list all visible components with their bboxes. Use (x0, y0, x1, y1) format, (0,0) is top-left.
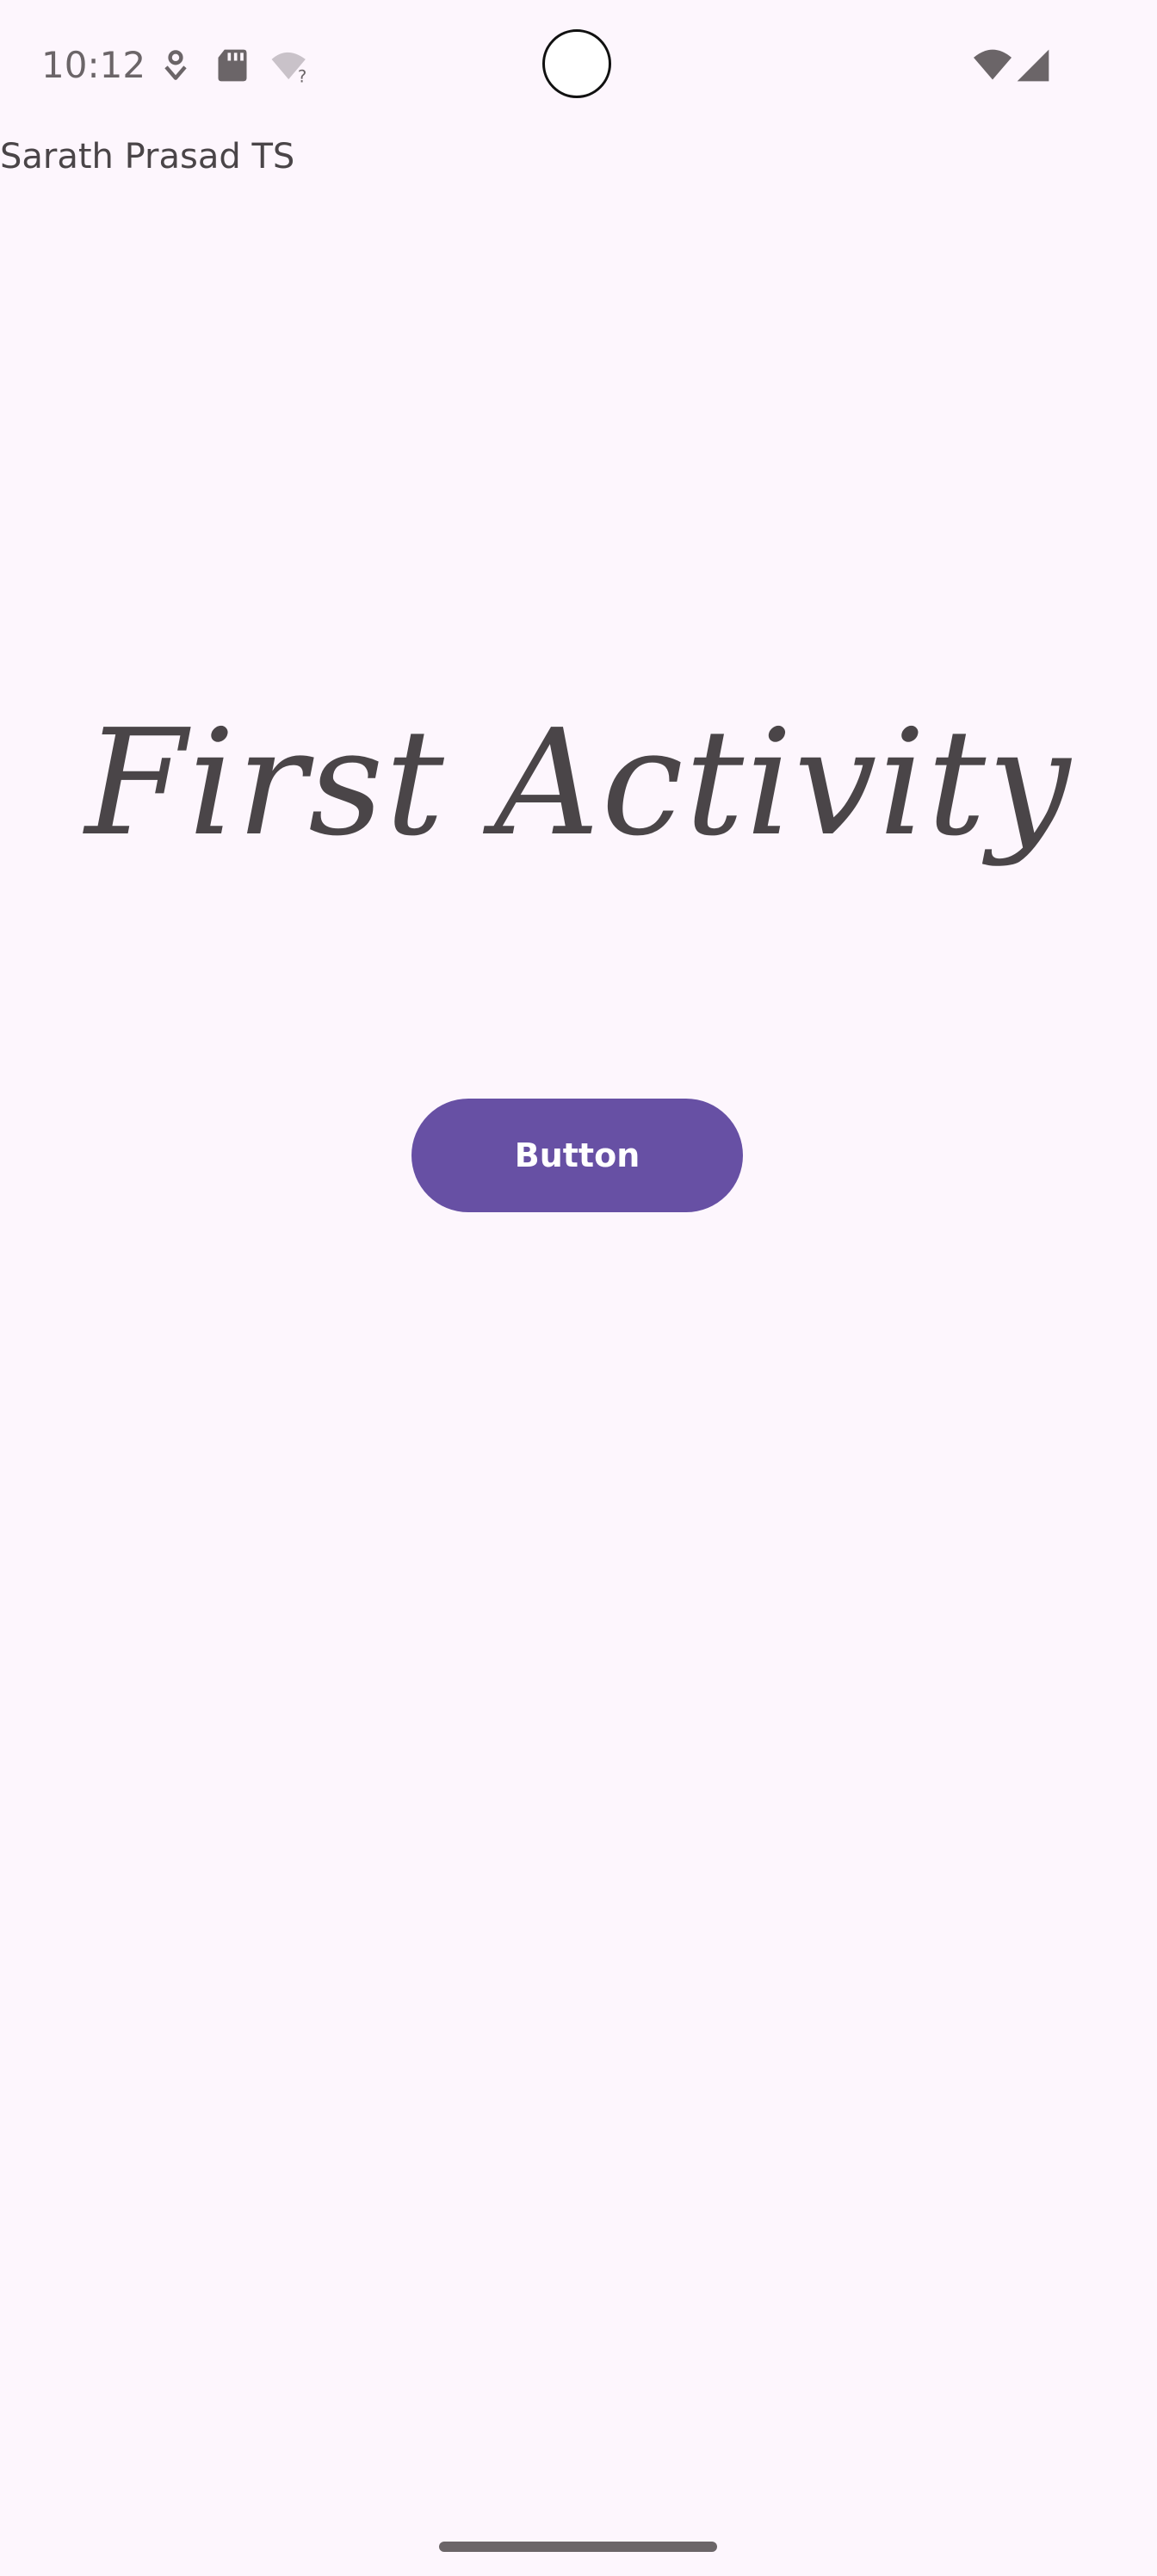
status-time: 10:12 (41, 44, 146, 86)
cell-signal-icon (1017, 49, 1049, 82)
app-screen: 10:12 ? Sarath Prasad TS First Activity … (0, 0, 1157, 2576)
page-title: First Activity (84, 698, 1073, 869)
primary-button[interactable]: Button (411, 1099, 743, 1212)
wifi-unknown-icon: ? (271, 52, 306, 84)
location-pin-icon (164, 50, 187, 80)
home-indicator[interactable] (439, 2542, 717, 2552)
wifi-icon (974, 49, 1012, 80)
owner-label: Sarath Prasad TS (0, 137, 295, 176)
sd-card-icon (218, 49, 247, 82)
camera-cutout (542, 29, 611, 98)
svg-text:?: ? (298, 67, 306, 84)
status-bar: 10:12 ? (0, 0, 1157, 129)
